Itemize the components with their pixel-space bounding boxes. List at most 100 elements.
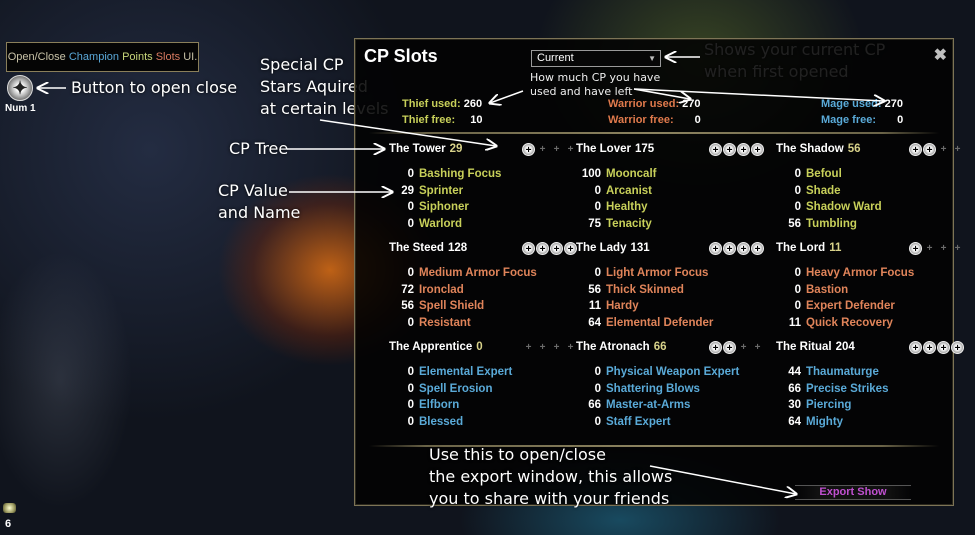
skill-name[interactable]: Master-at-Arms [606, 399, 690, 416]
skill-row[interactable]: 56 Thick Skinned [576, 284, 764, 301]
skill-points: 72 [401, 283, 414, 296]
skill-row[interactable]: 0 Arcanist [576, 185, 764, 202]
skill-name[interactable]: Blessed [419, 416, 463, 433]
tree-header: The Shadow 56 + + + + [776, 143, 964, 159]
skill-row[interactable]: 0 Elemental Expert [389, 366, 577, 383]
skill-row[interactable]: 11 Quick Recovery [776, 317, 964, 334]
star-unlocked-icon: + [923, 143, 936, 156]
skill-name[interactable]: Mighty [806, 416, 843, 433]
skill-name[interactable]: Tenacity [606, 218, 652, 235]
skill-points: 0 [407, 399, 414, 411]
skill-row[interactable]: 0 Siphoner [389, 201, 577, 218]
skill-points: 56 [588, 283, 601, 296]
skill-row[interactable]: 0 Shadow Ward [776, 201, 964, 218]
skill-row[interactable]: 56 Spell Shield [389, 300, 577, 317]
skill-row[interactable]: 66 Master-at-Arms [576, 399, 764, 416]
skill-name[interactable]: Expert Defender [806, 300, 895, 317]
skill-name[interactable]: Elemental Expert [419, 366, 512, 383]
skill-name[interactable]: Ironclad [419, 284, 464, 301]
tree-points: 204 [835, 341, 855, 353]
special-stars: + + + + [709, 143, 764, 156]
skill-row[interactable]: 72 Ironclad [389, 284, 577, 301]
skill-points: 64 [788, 415, 801, 428]
skill-points: 0 [794, 201, 801, 213]
star-locked-icon: + [940, 243, 947, 254]
skill-name[interactable]: Tumbling [806, 218, 857, 235]
skill-name[interactable]: Staff Expert [606, 416, 671, 433]
annotation-line: How much CP you have [530, 71, 661, 84]
skill-name[interactable]: Heavy Armor Focus [806, 267, 914, 284]
mage-used: Mage used: 270 [821, 98, 903, 110]
skill-name[interactable]: Shade [806, 185, 841, 202]
skill-name[interactable]: Spell Shield [419, 300, 484, 317]
skill-name[interactable]: Shattering Blows [606, 383, 700, 400]
skill-row[interactable]: 0 Blessed [389, 416, 577, 433]
skill-row[interactable]: 0 Heavy Armor Focus [776, 267, 964, 284]
skill-name[interactable]: Bashing Focus [419, 168, 501, 185]
cp-set-dropdown[interactable]: Current ▼ [531, 50, 661, 67]
skill-name[interactable]: Sprinter [419, 185, 463, 202]
skill-name[interactable]: Light Armor Focus [606, 267, 708, 284]
skill-name[interactable]: Warlord [419, 218, 462, 235]
skill-name[interactable]: Elfborn [419, 399, 459, 416]
skill-name[interactable]: Arcanist [606, 185, 652, 202]
skill-row[interactable]: 30 Piercing [776, 399, 964, 416]
special-stars: + + + + [522, 143, 577, 156]
skill-name[interactable]: Healthy [606, 201, 648, 218]
skill-name[interactable]: Physical Weapon Expert [606, 366, 739, 383]
skill-row[interactable]: 0 Spell Erosion [389, 383, 577, 400]
skill-row[interactable]: 11 Hardy [576, 300, 764, 317]
skill-name[interactable]: Thick Skinned [606, 284, 684, 301]
skill-row[interactable]: 56 Tumbling [776, 218, 964, 235]
star-unlocked-icon: + [737, 143, 750, 156]
skill-name[interactable]: Shadow Ward [806, 201, 882, 218]
skill-row[interactable]: 75 Tenacity [576, 218, 764, 235]
skill-name[interactable]: Elemental Defender [606, 317, 713, 334]
skill-row[interactable]: 0 Healthy [576, 201, 764, 218]
skill-points: 0 [407, 217, 414, 230]
skill-row[interactable]: 64 Mighty [776, 416, 964, 433]
skill-name[interactable]: Siphoner [419, 201, 469, 218]
skill-name[interactable]: Hardy [606, 300, 639, 317]
cp-slots-toggle-button[interactable]: ✦ [7, 75, 33, 101]
warrior-used-label: Warrior used: [608, 98, 680, 110]
skill-row[interactable]: 0 Bastion [776, 284, 964, 301]
tooltip-text-slots: Slots [155, 51, 181, 63]
special-stars: + + + + [522, 242, 577, 255]
skill-row[interactable]: 0 Bashing Focus [389, 168, 577, 185]
skill-row[interactable]: 66 Precise Strikes [776, 383, 964, 400]
skill-row[interactable]: 0 Light Armor Focus [576, 267, 764, 284]
skill-points: 64 [588, 316, 601, 329]
skill-points: 66 [588, 399, 601, 411]
skill-row[interactable]: 0 Befoul [776, 168, 964, 185]
skill-row[interactable]: 29 Sprinter [389, 185, 577, 202]
skill-row[interactable]: 0 Elfborn [389, 399, 577, 416]
skill-row[interactable]: 44 Thaumaturge [776, 366, 964, 383]
export-show-button[interactable]: Export Show [795, 485, 911, 500]
skill-name[interactable]: Befoul [806, 168, 842, 185]
skill-row[interactable]: 0 Shade [776, 185, 964, 202]
skill-name[interactable]: Piercing [806, 399, 851, 416]
skill-row[interactable]: 0 Expert Defender [776, 300, 964, 317]
window-title: CP Slots [364, 46, 438, 66]
skill-name[interactable]: Quick Recovery [806, 317, 893, 334]
skill-name[interactable]: Thaumaturge [806, 366, 879, 383]
skill-row[interactable]: 0 Physical Weapon Expert [576, 366, 764, 383]
skill-row[interactable]: 0 Warlord [389, 218, 577, 235]
skill-row[interactable]: 64 Elemental Defender [576, 317, 764, 334]
skill-name[interactable]: Spell Erosion [419, 383, 493, 400]
skill-row[interactable]: 0 Resistant [389, 317, 577, 334]
close-button[interactable]: ✖ [934, 45, 947, 65]
skill-points: 11 [788, 316, 801, 329]
skill-name[interactable]: Precise Strikes [806, 383, 888, 400]
tree-name: The Atronach [576, 341, 650, 353]
skill-row[interactable]: 0 Staff Expert [576, 416, 764, 433]
skill-name[interactable]: Resistant [419, 317, 471, 334]
skill-row[interactable]: 0 Medium Armor Focus [389, 267, 577, 284]
skill-row[interactable]: 100 Mooncalf [576, 168, 764, 185]
skill-name[interactable]: Bastion [806, 284, 848, 301]
skill-name[interactable]: Medium Armor Focus [419, 267, 537, 284]
skill-name[interactable]: Mooncalf [606, 168, 656, 185]
cp-slots-window: CP Slots ✖ Current ▼ How much CP you hav… [354, 38, 964, 506]
skill-row[interactable]: 0 Shattering Blows [576, 383, 764, 400]
